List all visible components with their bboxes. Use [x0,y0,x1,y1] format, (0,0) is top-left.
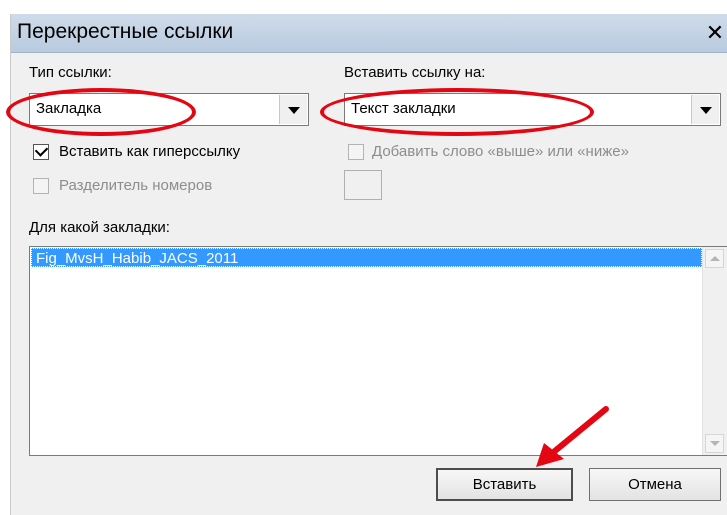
hyperlink-checkbox[interactable] [33,143,49,160]
ref-type-label: Тип ссылки: [29,64,112,81]
separator-input[interactable] [344,170,382,200]
cross-reference-dialog: Перекрестные ссылки ✕ Тип ссылки: Заклад… [10,14,727,515]
ref-type-dropdown[interactable]: Закладка [29,93,309,126]
close-icon[interactable]: ✕ [702,19,727,47]
title-bar[interactable]: Перекрестные ссылки ✕ [11,14,727,53]
chevron-down-icon[interactable] [691,95,719,124]
scroll-down-icon[interactable] [705,434,724,453]
vertical-scrollbar[interactable] [702,247,727,455]
bookmark-list-label: Для какой закладки: [29,219,170,236]
chevron-down-icon[interactable] [279,95,307,124]
dialog-title: Перекрестные ссылки [17,20,234,43]
list-item[interactable]: Fig_MvsH_Habib_JACS_2011 [31,248,702,267]
pointer-arrow-icon [536,406,609,467]
checkmark-icon [34,143,49,157]
above-below-checkbox[interactable] [348,144,364,160]
hyperlink-label: Вставить как гиперссылку [59,143,241,160]
bookmark-listbox[interactable]: Fig_MvsH_Habib_JACS_2011 [29,246,727,456]
above-below-label: Добавить слово «выше» или «ниже» [372,143,629,160]
separator-label: Разделитель номеров [59,177,213,194]
separator-checkbox[interactable] [33,178,49,194]
insert-ref-to-value: Текст закладки [351,100,456,117]
scroll-up-icon[interactable] [705,249,724,268]
insert-ref-to-dropdown[interactable]: Текст закладки [344,93,721,126]
screenshot-page: Перекрестные ссылки ✕ Тип ссылки: Заклад… [0,0,727,515]
ref-type-value: Закладка [36,100,102,117]
insert-ref-to-label: Вставить ссылку на: [344,64,486,81]
